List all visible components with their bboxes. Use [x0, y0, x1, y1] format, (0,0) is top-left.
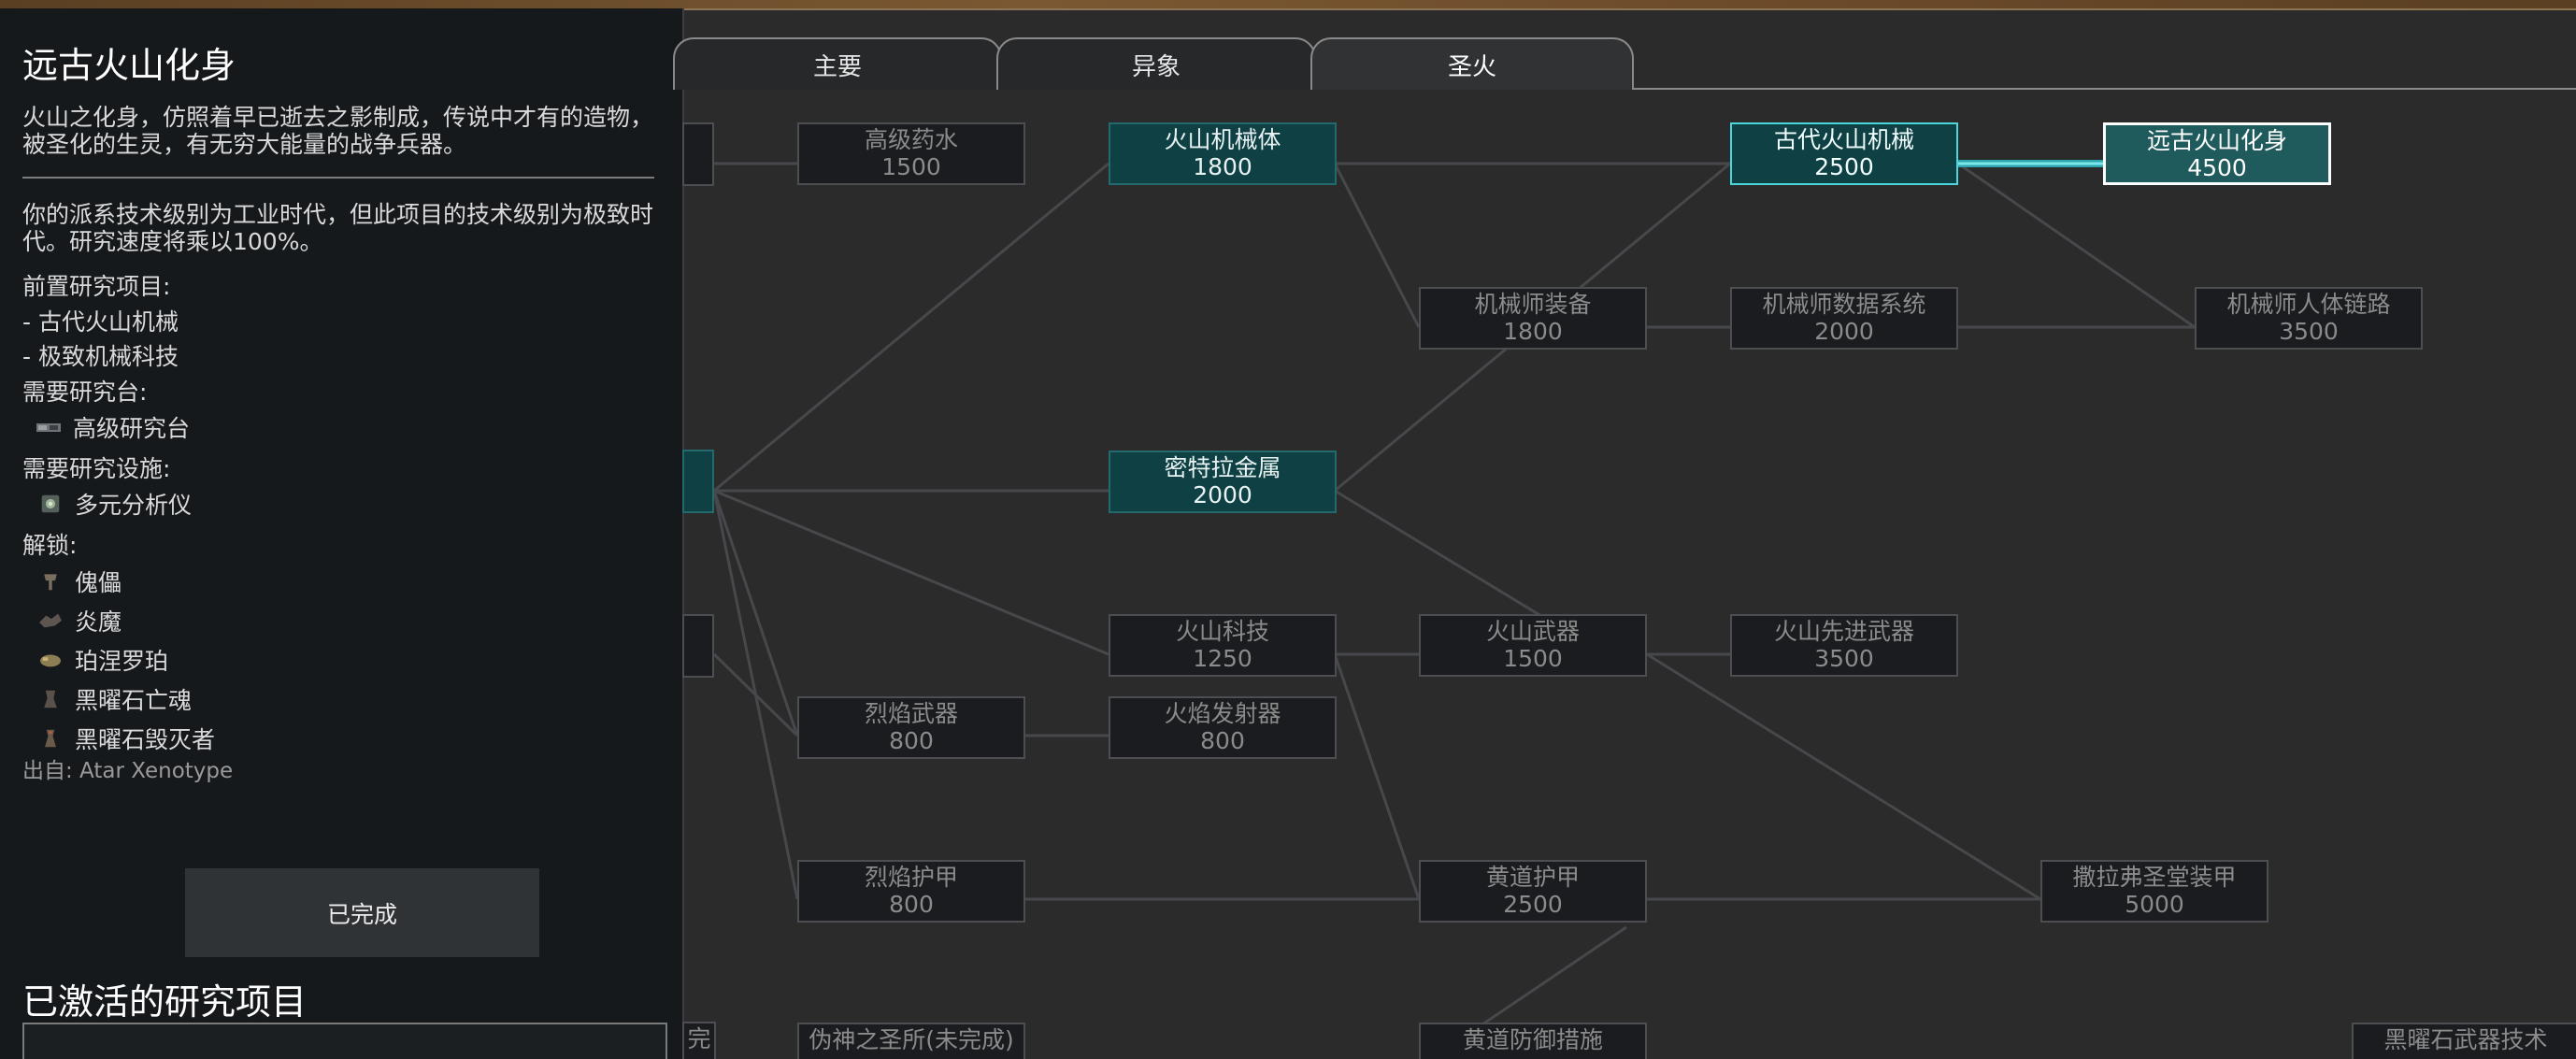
research-node[interactable]: 火焰发射器 800 — [1109, 696, 1337, 759]
research-node[interactable]: 伪神之圣所(未完成) — [797, 1023, 1025, 1059]
research-node[interactable]: 火山先进武器 3500 — [1730, 614, 1958, 677]
research-node[interactable]: 机械师人体链路 3500 — [2195, 287, 2423, 350]
research-node-offscreen[interactable] — [682, 614, 714, 678]
research-node[interactable]: 火山机械体 1800 — [1109, 122, 1337, 185]
research-node[interactable]: 火山武器 1500 — [1419, 614, 1647, 677]
research-node[interactable]: 黑曜石武器技术 — [2352, 1023, 2576, 1059]
research-screen: 远古火山化身 火山之化身，仿照着早已逝去之影制成，传说中才有的造物，被圣化的生灵… — [0, 0, 2576, 1059]
research-node[interactable]: 古代火山机械 2500 — [1730, 122, 1958, 185]
research-node-offscreen[interactable] — [682, 450, 714, 513]
research-node[interactable]: 黄道护甲 2500 — [1419, 860, 1647, 923]
research-node[interactable]: 火山科技 1250 — [1109, 614, 1337, 677]
research-node-offscreen[interactable] — [682, 122, 714, 186]
research-node-offscreen[interactable]: 完 — [682, 1022, 716, 1059]
research-node[interactable]: 黄道防御措施 — [1419, 1023, 1647, 1059]
research-node[interactable]: 撒拉弗圣堂装甲 5000 — [2040, 860, 2268, 923]
research-node[interactable]: 烈焰护甲 800 — [797, 860, 1025, 923]
research-node[interactable]: 烈焰武器 800 — [797, 696, 1025, 759]
research-node[interactable]: 密特拉金属 2000 — [1109, 451, 1337, 513]
research-node-selected[interactable]: 远古火山化身 4500 — [2103, 122, 2331, 185]
research-node[interactable]: 机械师数据系统 2000 — [1730, 287, 1958, 350]
research-node[interactable]: 机械师装备 1800 — [1419, 287, 1647, 350]
research-node[interactable]: 高级药水 1500 — [797, 122, 1025, 185]
